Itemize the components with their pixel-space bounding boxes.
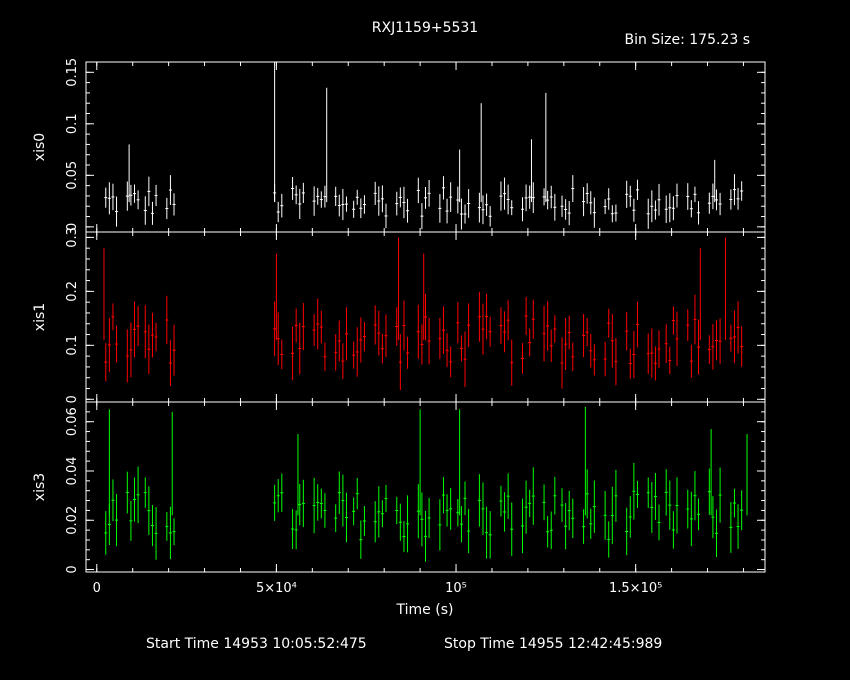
y-axis-label-xis1: xis1: [32, 303, 48, 331]
bin-size-label: Bin Size: 175.23 s: [625, 32, 750, 48]
panels: 0 0.05 0.1 0.15 xis0 0 0.1 0.2 0.3 xis1 0 0.02 0.04 0…: [32, 58, 766, 596]
y-axis-label-xis3: xis3: [32, 473, 48, 501]
y-axis-label-xis0: xis0: [32, 133, 48, 161]
y-tick-label: 0.04: [65, 457, 80, 486]
y-tick-label: 0.3: [65, 227, 80, 248]
y-tick-label: 0.05: [65, 161, 80, 190]
x-tick-label: 10⁵: [445, 581, 467, 596]
y-tick-label: 0.2: [65, 281, 80, 302]
y-tick-label: 0.1: [65, 113, 80, 134]
y-tick-label: 0.06: [65, 407, 80, 436]
y-tick-label: 0.02: [65, 506, 80, 535]
stop-time: Stop Time 14955 12:42:45:989: [444, 636, 663, 652]
y-tick-label: 0: [65, 395, 80, 403]
x-tick-label: 1.5×10⁵: [609, 581, 662, 596]
x-tick-label: 0: [93, 581, 101, 596]
y-tick-label: 0: [65, 565, 80, 573]
y-tick-label: 0.15: [65, 58, 80, 87]
y-tick-label: 0.1: [65, 335, 80, 356]
light-curve-plot: RXJ1159+5531 Bin Size: 175.23 s Time (s)…: [32, 20, 766, 618]
x-axis-label: Time (s): [396, 602, 454, 618]
x-tick-label: 5×10⁴: [256, 581, 297, 596]
chart-title: RXJ1159+5531: [372, 20, 478, 36]
start-time: Start Time 14953 10:05:52:475: [146, 636, 367, 652]
